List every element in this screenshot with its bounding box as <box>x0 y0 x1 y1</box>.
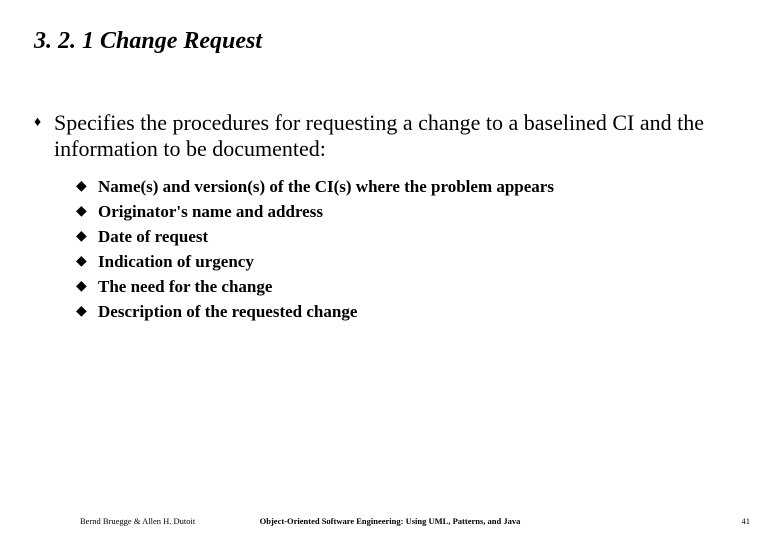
list-item: ◆ The need for the change <box>76 276 746 298</box>
diamond-outline-icon: ♦ <box>34 110 54 136</box>
diamond-filled-icon: ◆ <box>76 201 98 223</box>
diamond-filled-icon: ◆ <box>76 176 98 198</box>
slide-body: ♦ Specifies the procedures for requestin… <box>34 110 746 326</box>
diamond-filled-icon: ◆ <box>76 301 98 323</box>
diamond-filled-icon: ◆ <box>76 251 98 273</box>
lvl2-text: Name(s) and version(s) of the CI(s) wher… <box>98 176 554 198</box>
footer-page-number: 41 <box>742 516 751 526</box>
lvl2-text: Date of request <box>98 226 208 248</box>
diamond-filled-icon: ◆ <box>76 226 98 248</box>
slide-footer: Bernd Bruegge & Allen H. Dutoit Object-O… <box>0 508 780 526</box>
list-item: ◆ Description of the requested change <box>76 301 746 323</box>
list-item: ◆ Originator's name and address <box>76 201 746 223</box>
slide-title: 3. 2. 1 Change Request <box>34 28 262 55</box>
lvl2-text: Indication of urgency <box>98 251 254 273</box>
list-item: ◆ Name(s) and version(s) of the CI(s) wh… <box>76 176 746 198</box>
lvl2-text: Originator's name and address <box>98 201 323 223</box>
diamond-filled-icon: ◆ <box>76 276 98 298</box>
lvl2-text: The need for the change <box>98 276 272 298</box>
lvl1-text: Specifies the procedures for requesting … <box>54 110 746 162</box>
list-item: ◆ Indication of urgency <box>76 251 746 273</box>
slide: 3. 2. 1 Change Request ♦ Specifies the p… <box>0 0 780 540</box>
footer-book-title: Object-Oriented Software Engineering: Us… <box>0 516 780 526</box>
lvl2-text: Description of the requested change <box>98 301 357 323</box>
list-item: ◆ Date of request <box>76 226 746 248</box>
lvl2-list: ◆ Name(s) and version(s) of the CI(s) wh… <box>76 176 746 323</box>
bullet-lvl1: ♦ Specifies the procedures for requestin… <box>34 110 746 162</box>
